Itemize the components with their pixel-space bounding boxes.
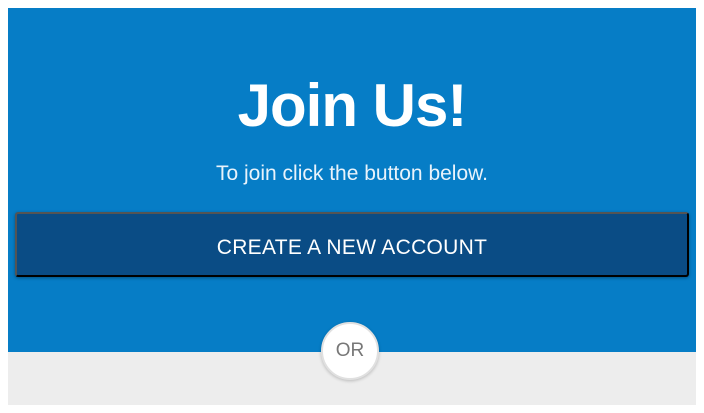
join-title: Join Us! [237, 72, 468, 139]
or-separator: OR [321, 322, 379, 380]
create-account-button[interactable]: CREATE A NEW ACCOUNT [15, 212, 689, 277]
page-frame: Join Us! To join click the button below.… [0, 0, 704, 413]
join-panel: Join Us! To join click the button below.… [8, 8, 696, 352]
join-instruction: To join click the button below. [216, 162, 488, 185]
